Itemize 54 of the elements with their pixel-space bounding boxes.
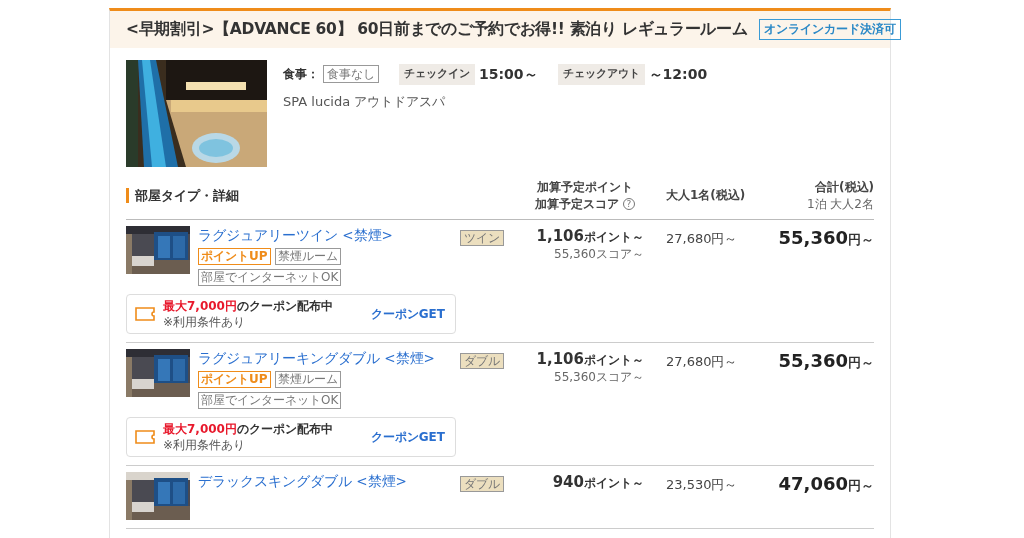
room-tag: ポイントUP xyxy=(198,248,271,266)
coupon-amount: 最大7,000円 xyxy=(163,422,237,437)
points-value: 1,106 xyxy=(536,226,584,245)
checkin-time: 15:00～ xyxy=(479,64,538,84)
column-heading: 合計(税込) xyxy=(814,178,874,196)
room-name-link[interactable]: ラグジュアリーキングダブル <禁煙> xyxy=(198,350,435,367)
checkout-label: チェックアウト xyxy=(557,63,645,85)
coupon-get-link[interactable]: クーポンGET xyxy=(370,429,445,446)
total-price: 55,360 xyxy=(778,226,848,248)
column-heading: 加算予定ポイント xyxy=(536,178,634,196)
payment-tag: オンラインカード決済可 xyxy=(759,19,902,40)
room-tag: 部屋でインターネットOK xyxy=(198,269,342,287)
points-unit: ポイント～ xyxy=(584,476,644,491)
coupon-note: ※利用条件あり xyxy=(163,437,247,454)
room-name-link[interactable]: デラックスキングダブル <禁煙> xyxy=(198,473,407,490)
total-unit: 円～ xyxy=(848,231,874,247)
adult-price: 27,680円～ xyxy=(666,354,738,370)
meal-label: 食事： xyxy=(283,66,319,83)
room-tag: 禁煙ルーム xyxy=(274,248,341,266)
points-value: 1,106 xyxy=(536,350,584,369)
points-unit: ポイント～ xyxy=(584,229,644,244)
total-price: 55,360 xyxy=(778,350,848,372)
coupon-text: のクーポン配布中 xyxy=(236,422,333,437)
room-tag: 部屋でインターネットOK xyxy=(198,392,342,410)
coupon-amount: 最大7,000円 xyxy=(163,299,237,314)
total-unit: 円～ xyxy=(848,355,874,371)
column-subheading: 1泊 大人2名 xyxy=(805,195,874,213)
room-tag: 禁煙ルーム xyxy=(274,371,341,389)
plan-description: SPA lucida アウトドアスパ xyxy=(283,92,447,111)
score-value: 55,360スコア～ xyxy=(553,246,644,263)
total-unit: 円～ xyxy=(848,478,874,494)
checkout-time: ～12:00 xyxy=(648,64,708,84)
room-type-tag: ツイン xyxy=(460,229,504,246)
room-type-tag: ダブル xyxy=(460,353,504,370)
column-heading: 大人1名(税込) xyxy=(666,188,746,203)
adult-price: 23,530円～ xyxy=(666,477,738,493)
section-heading: 部屋タイプ・詳細 xyxy=(126,187,239,203)
column-heading: 加算予定スコア xyxy=(535,195,619,213)
score-value: 55,360スコア～ xyxy=(553,369,644,386)
points-value: 940 xyxy=(552,473,584,492)
room-type-tag: ダブル xyxy=(460,476,504,493)
plan-title: <早期割引>【ADVANCE 60】 60日前までのご予約でお得!! 素泊り レギュラールーム xyxy=(126,19,748,40)
adult-price: 27,680円～ xyxy=(666,230,738,246)
coupon-get-link[interactable]: クーポンGET xyxy=(370,306,445,323)
ticket-icon xyxy=(135,430,155,445)
ticket-icon xyxy=(135,307,155,322)
coupon-note: ※利用条件あり xyxy=(163,314,247,331)
room-name-link[interactable]: ラグジュアリーツイン <禁煙> xyxy=(198,226,393,243)
checkin-label: チェックイン xyxy=(399,63,475,85)
total-price: 47,060 xyxy=(778,473,848,495)
room-tag: ポイントUP xyxy=(198,371,271,389)
coupon-text: のクーポン配布中 xyxy=(236,299,333,314)
meal-tag: 食事なし xyxy=(323,65,379,84)
points-unit: ポイント～ xyxy=(584,353,644,368)
